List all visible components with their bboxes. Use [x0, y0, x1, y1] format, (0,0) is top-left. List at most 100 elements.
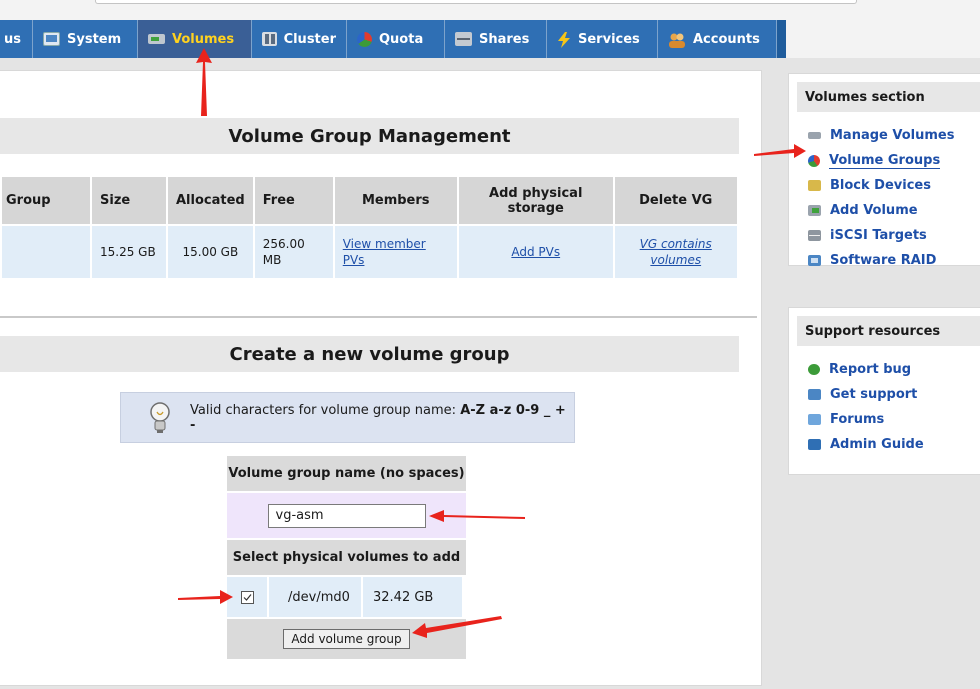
sidebar-item-label: Forums: [830, 412, 885, 427]
address-bar[interactable]: [95, 0, 857, 4]
vg-name-header: Volume group name (no spaces): [227, 456, 466, 491]
pv-device: /dev/md0: [269, 577, 361, 617]
sidebar-item-iscsi-targets[interactable]: iSCSI Targets: [789, 223, 980, 248]
server-icon: [808, 230, 821, 241]
sidebar-item-label: Get support: [830, 387, 918, 402]
pie-icon: [357, 31, 372, 47]
tab-shares[interactable]: Shares: [445, 20, 547, 58]
tab-status-label: us: [4, 31, 21, 47]
sidebar-item-get-support[interactable]: Get support: [789, 382, 980, 407]
submit-row: Add volume group: [227, 619, 466, 659]
col-allocated: Allocated: [168, 177, 253, 224]
tab-system-label: System: [67, 31, 122, 47]
create-vg-form: Volume group name (no spaces) vg-asm Sel…: [227, 456, 466, 659]
tab-volumes-label: Volumes: [172, 31, 235, 47]
sidebar-item-forums[interactable]: Forums: [789, 407, 980, 432]
sidebar-item-admin-guide[interactable]: Admin Guide: [789, 432, 980, 457]
main-tab-bar: us System Volumes Cluster Quota Shares S…: [0, 20, 786, 58]
col-add-physical-storage: Add physical storage: [458, 177, 613, 224]
sidebar-item-label: Add Volume: [830, 203, 918, 218]
tab-cluster-label: Cluster: [283, 31, 336, 47]
sidebar-item-block-devices[interactable]: Block Devices: [789, 173, 980, 198]
tab-quota-label: Quota: [379, 31, 424, 47]
view-member-pvs-link[interactable]: View member PVs: [343, 237, 426, 267]
vgm-title-banner: Volume Group Management: [0, 118, 739, 154]
add-volume-group-button[interactable]: Add volume group: [283, 629, 410, 649]
pv-select-header: Select physical volumes to add: [227, 540, 466, 575]
shares-icon: [455, 32, 472, 46]
forum-icon: [808, 414, 821, 425]
valid-chars-hint: Valid characters for volume group name: …: [120, 392, 575, 443]
tab-status[interactable]: us: [0, 20, 33, 58]
create-vg-title: Create a new volume group: [229, 343, 510, 365]
vg-name-row: vg-asm: [227, 493, 466, 538]
lightbulb-icon: [149, 401, 171, 434]
sidebar-item-volume-groups[interactable]: Volume Groups: [789, 148, 980, 173]
sidebar-item-label: Report bug: [829, 362, 912, 377]
hint-text: Valid characters for volume group name: …: [190, 403, 574, 433]
sidebar-item-label: Block Devices: [830, 178, 931, 193]
cell-size: 15.25 GB: [92, 226, 166, 278]
pv-check-cell: [227, 577, 267, 617]
cell-free: 256.00 MB: [254, 226, 333, 278]
cell-delete-vg: VG contains volumes: [614, 226, 737, 278]
col-delete-vg: Delete VG: [614, 177, 737, 224]
support-resources-panel: Support resources Report bug Get support…: [788, 307, 980, 475]
cell-members: View member PVs: [334, 226, 457, 278]
sidebar-item-label: Manage Volumes: [830, 128, 955, 143]
users-icon: [668, 32, 686, 48]
pv-size: 32.42 GB: [363, 577, 462, 617]
sidebar-item-label: Software RAID: [830, 253, 937, 268]
table-header-row: Group Size Allocated Free Members Add ph…: [2, 177, 737, 224]
section-divider: [0, 316, 757, 318]
col-free: Free: [254, 177, 333, 224]
sidebar-item-manage-volumes[interactable]: Manage Volumes: [789, 123, 980, 148]
support-resources-title: Support resources: [797, 316, 980, 346]
browser-top-strip: [0, 0, 980, 20]
bug-icon: [808, 364, 820, 375]
tab-shares-label: Shares: [479, 31, 530, 47]
disk-icon: [148, 34, 165, 44]
vg-name-input[interactable]: vg-asm: [267, 503, 426, 528]
add-pvs-link[interactable]: Add PVs: [511, 245, 560, 259]
tab-cluster[interactable]: Cluster: [252, 20, 347, 58]
tab-services-label: Services: [578, 31, 640, 47]
tab-quota[interactable]: Quota: [347, 20, 445, 58]
volume-group-table: Group Size Allocated Free Members Add ph…: [0, 175, 739, 280]
tab-system[interactable]: System: [33, 20, 138, 58]
support-icon: [808, 389, 821, 400]
pv-row: /dev/md0 32.42 GB: [227, 577, 466, 617]
volumes-section-title: Volumes section: [797, 82, 980, 112]
tab-bar-filler: [786, 20, 980, 58]
sidebar-item-software-raid[interactable]: Software RAID: [789, 248, 980, 273]
sidebar-item-label: iSCSI Targets: [830, 228, 927, 243]
pie-icon: [808, 154, 820, 167]
vg-contains-volumes-link[interactable]: VG contains volumes: [640, 237, 712, 267]
sidebar-item-report-bug[interactable]: Report bug: [789, 357, 980, 382]
sidebar-item-label: Volume Groups: [829, 152, 941, 169]
main-content-panel: Volume Group Management Group Size Alloc…: [0, 70, 762, 686]
create-vg-title-banner: Create a new volume group: [0, 336, 739, 372]
cell-add-pvs: Add PVs: [458, 226, 613, 278]
bolt-icon: [557, 32, 571, 48]
table-row: 15.25 GB 15.00 GB 256.00 MB View member …: [2, 226, 737, 278]
sidebar-item-label: Admin Guide: [830, 437, 924, 452]
tab-accounts-label: Accounts: [693, 31, 760, 47]
book-icon: [808, 439, 821, 450]
raid-icon: [808, 255, 821, 266]
tab-volumes[interactable]: Volumes: [138, 20, 252, 58]
add-disk-icon: [808, 205, 821, 216]
hint-prefix: Valid characters for volume group name:: [190, 402, 461, 418]
block-icon: [808, 180, 821, 191]
tab-accounts[interactable]: Accounts: [658, 20, 777, 58]
col-group: Group: [2, 177, 90, 224]
tab-services[interactable]: Services: [547, 20, 658, 58]
col-members: Members: [334, 177, 457, 224]
sidebar-item-add-volume[interactable]: Add Volume: [789, 198, 980, 223]
monitor-icon: [43, 32, 60, 46]
cell-group: [2, 226, 90, 278]
vgm-title: Volume Group Management: [228, 125, 511, 147]
cell-allocated: 15.00 GB: [168, 226, 253, 278]
drive-icon: [808, 132, 821, 139]
pv-checkbox[interactable]: [240, 590, 254, 604]
